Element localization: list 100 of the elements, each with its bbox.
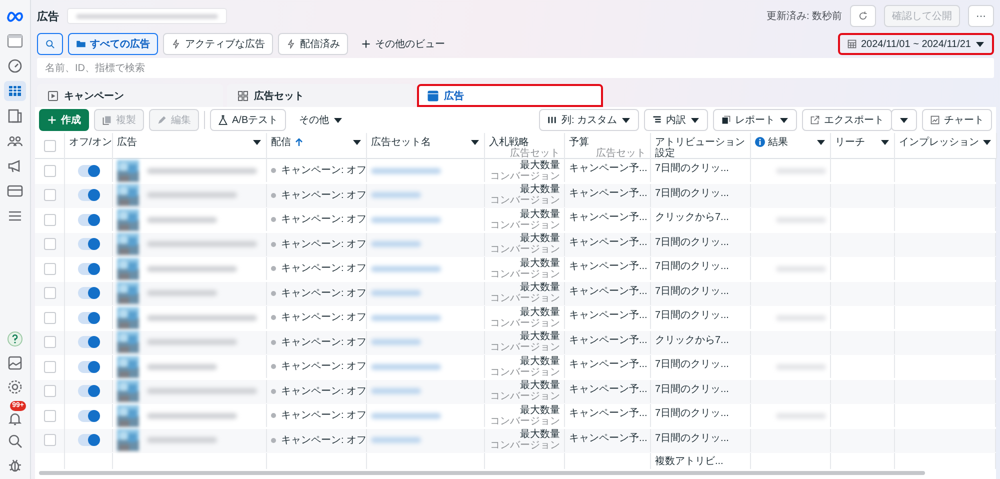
- caret-icon: [252, 137, 262, 147]
- plus-icon: [47, 115, 57, 125]
- delivery-status: キャンペーン: オフ: [281, 288, 367, 299]
- more-button[interactable]: ···: [968, 5, 994, 27]
- more-menu[interactable]: その他: [291, 109, 352, 131]
- redacted-text: [371, 241, 421, 248]
- refresh-button[interactable]: [850, 5, 876, 27]
- toolbar-button[interactable]: 列: カスタム: [539, 109, 639, 131]
- column-subheader: 広告セット: [596, 148, 646, 159]
- bid-strategy: 最大数量: [520, 184, 560, 196]
- toggle-switch[interactable]: [78, 164, 100, 177]
- bid-type: コンバージョン: [490, 440, 560, 452]
- column-header: インプレッション: [899, 137, 979, 148]
- search-button[interactable]: [37, 33, 63, 55]
- view-tab[interactable]: すべての広告: [68, 33, 158, 55]
- attribution-value: 複数アトリビ...: [655, 456, 724, 466]
- caret-icon: [816, 137, 826, 147]
- bid-strategy: 最大数量: [520, 331, 560, 342]
- update-status: 更新済み: 数秒前: [766, 10, 842, 23]
- checkbox[interactable]: [44, 336, 56, 348]
- checkbox[interactable]: [44, 360, 56, 373]
- bid-type: コンバージョン: [490, 170, 560, 182]
- gauge-icon: [7, 58, 23, 74]
- delivery-status: キャンペーン: オフ: [281, 263, 367, 274]
- bid-type: コンバージョン: [490, 416, 560, 427]
- column-subheader: 広告セット: [510, 148, 560, 159]
- level-tab[interactable]: 広告: [417, 84, 603, 107]
- toggle-switch[interactable]: [78, 287, 100, 300]
- checkbox[interactable]: [44, 164, 56, 177]
- checkbox[interactable]: [44, 238, 56, 250]
- toggle-switch[interactable]: [78, 410, 100, 422]
- toggle-switch[interactable]: [78, 238, 100, 250]
- redacted-text: [371, 314, 441, 321]
- attribution-value: 7日間のクリッ...: [655, 286, 729, 296]
- view-tab[interactable]: その他のビュー: [353, 33, 453, 55]
- date-range-picker[interactable]: 2024/11/01 ~ 2024/11/21: [838, 33, 994, 55]
- budget-value: キャンペーン予...: [569, 261, 648, 272]
- redacted-text: [371, 437, 421, 444]
- redacted-text: [371, 388, 421, 394]
- toggle-switch[interactable]: [78, 336, 100, 348]
- delivery-status: キャンペーン: オフ: [281, 190, 367, 201]
- toolbar-button[interactable]: チャート: [922, 109, 992, 131]
- caret-icon: [880, 137, 890, 147]
- image-icon: [7, 355, 23, 371]
- level-tab[interactable]: 広告セット: [227, 84, 413, 107]
- pencil-icon: [157, 115, 167, 125]
- column-header: 予算: [569, 137, 590, 148]
- caret-icon: [899, 115, 909, 125]
- toggle-switch[interactable]: [78, 312, 100, 324]
- scrollbar[interactable]: [39, 471, 926, 475]
- status-dot: [271, 315, 276, 320]
- nav-item[interactable]: [4, 81, 26, 101]
- checkbox[interactable]: [44, 189, 56, 202]
- redacted-text: [371, 192, 421, 198]
- action-button[interactable]: 作成: [39, 109, 89, 131]
- caret-icon: [621, 115, 631, 125]
- window-icon: [7, 33, 23, 49]
- redacted-text: [371, 216, 441, 223]
- budget-value: キャンペーン予...: [569, 310, 648, 321]
- checkbox[interactable]: [44, 312, 56, 324]
- status-dot: [271, 242, 276, 247]
- column-header: 入札戦略: [489, 137, 529, 148]
- report-icon: [721, 115, 731, 125]
- lightning-icon: [171, 39, 181, 49]
- bug-icon: [7, 457, 23, 473]
- checkbox[interactable]: [44, 410, 56, 422]
- checkbox[interactable]: [44, 140, 56, 152]
- caret-icon: [779, 115, 789, 125]
- bid-type: コンバージョン: [490, 220, 560, 231]
- checkbox[interactable]: [44, 434, 56, 446]
- checkbox[interactable]: [44, 262, 56, 275]
- budget-value: キャンペーン予...: [569, 236, 648, 248]
- checkbox[interactable]: [44, 385, 56, 398]
- toolbar-button[interactable]: 内訳: [644, 109, 708, 131]
- attribution-value: 7日間のクリッ...: [655, 432, 729, 444]
- view-tab[interactable]: 配信済み: [278, 33, 348, 55]
- bid-strategy: 最大数量: [520, 282, 560, 294]
- toggle-switch[interactable]: [78, 189, 100, 202]
- toggle-switch[interactable]: [78, 434, 100, 446]
- toggle-switch[interactable]: [78, 360, 100, 373]
- toggle-switch[interactable]: [78, 385, 100, 398]
- page-title: 広告: [37, 10, 59, 24]
- dropdown-button[interactable]: [891, 109, 917, 131]
- checkbox[interactable]: [44, 214, 56, 226]
- toolbar-button[interactable]: エクスポート: [802, 109, 892, 131]
- flag-icon: [47, 90, 59, 102]
- status-dot: [271, 364, 276, 370]
- search-field[interactable]: 名前、ID、指標で検索: [37, 58, 994, 78]
- redacted-text: [371, 266, 441, 272]
- status-dot: [271, 168, 276, 174]
- search-icon: [45, 39, 55, 49]
- bid-strategy: 最大数量: [520, 160, 560, 171]
- action-button[interactable]: A/Bテスト: [210, 109, 286, 131]
- toggle-switch[interactable]: [78, 262, 100, 275]
- toolbar-button[interactable]: レポート: [713, 109, 797, 131]
- bid-type: コンバージョン: [490, 342, 560, 354]
- checkbox[interactable]: [44, 287, 56, 300]
- view-tab[interactable]: アクティブな広告: [163, 33, 273, 55]
- toggle-switch[interactable]: [78, 214, 100, 226]
- redacted-text: [147, 290, 217, 296]
